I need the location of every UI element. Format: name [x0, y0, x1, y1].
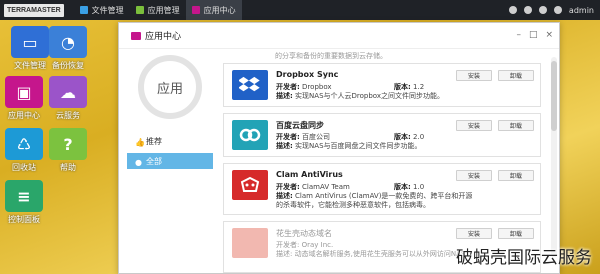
uninstall-button[interactable]: 卸载 — [498, 120, 534, 131]
app-card-dropbox: Dropbox Sync 开发者: Dropbox 版本: 1.2 描述: 实现… — [223, 63, 541, 107]
category-circle: 应用 — [138, 55, 202, 119]
task-label: 应用管理 — [147, 5, 180, 15]
app-center-icon — [191, 6, 200, 14]
cloud-icon: ☁ — [49, 76, 87, 108]
app-version: 版本: 1.2 — [394, 83, 425, 91]
maximize-button[interactable]: □ — [529, 30, 538, 40]
app-name: Dropbox Sync — [276, 70, 339, 79]
taskbar: TERRAMASTER 文件管理 应用管理 应用中心 admin — [0, 0, 600, 20]
folder-icon — [79, 6, 88, 14]
close-button[interactable]: × — [545, 30, 553, 40]
task-file-manager[interactable]: 文件管理 — [74, 0, 130, 20]
nav-recommended[interactable]: 👍 推荐 — [127, 133, 213, 149]
desktop-label: 应用中心 — [8, 111, 40, 120]
settings-icon[interactable] — [538, 6, 547, 14]
desktop-control-panel[interactable]: ≡ 控制面板 — [0, 180, 48, 225]
app-card-baidu: 百度云盘同步 开发者: 百度公司 版本: 2.0 描述: 实现NAS与百度网盘之… — [223, 113, 541, 157]
sliders-icon: ≡ — [5, 180, 43, 212]
install-button[interactable]: 安装 — [456, 120, 492, 131]
clamav-icon — [232, 170, 268, 200]
window-controls: – □ × — [516, 30, 553, 40]
scrollbar[interactable] — [551, 57, 557, 257]
nav-all[interactable]: ● 全部 — [127, 153, 213, 169]
tasks-icon[interactable] — [523, 6, 532, 14]
username[interactable]: admin — [569, 6, 594, 15]
app-name: 百度云盘同步 — [276, 121, 324, 130]
desktop-app-center[interactable]: ▣ 应用中心 — [0, 76, 48, 121]
recycle-icon: ♺ — [5, 128, 43, 160]
brand-logo: TERRAMASTER — [4, 3, 64, 17]
nav-label: 全部 — [146, 156, 162, 166]
nav-label: 推荐 — [146, 136, 162, 146]
desktop-label: 备份恢复 — [52, 61, 84, 70]
thumb-icon: 👍 — [135, 138, 145, 147]
desktop-label: 控制面板 — [8, 215, 40, 224]
desktop-backup[interactable]: ◔ 备份恢复 — [44, 26, 92, 71]
app-description: 描述: 动态域名解析服务,使用花生壳服务可以从外网访问NAS — [276, 250, 466, 258]
minimize-button[interactable]: – — [516, 30, 521, 40]
install-button[interactable]: 安装 — [456, 228, 492, 239]
app-developer: 开发者: Dropbox — [276, 83, 332, 91]
scrollbar-thumb[interactable] — [551, 61, 557, 131]
task-label: 文件管理 — [91, 5, 124, 15]
task-app-center[interactable]: 应用中心 — [185, 0, 242, 20]
window-title: 应用中心 — [145, 32, 182, 42]
app-list: 的分享和备份的重要数据到云存储。 Dropbox Sync 开发者: Dropb… — [223, 51, 541, 273]
app-name: 花生壳动态域名 — [276, 229, 332, 238]
app-version: 版本: 2.0 — [394, 133, 425, 141]
app-center-icon: ▣ — [5, 76, 43, 108]
app-developer: 开发者: Oray Inc. — [276, 241, 334, 249]
uninstall-button[interactable]: 卸载 — [498, 170, 534, 181]
task-label: 应用中心 — [203, 5, 236, 15]
sidebar: 应用 👍 推荐 ● 全部 — [127, 51, 213, 271]
partial-description: 的分享和备份的重要数据到云存储。 — [275, 52, 387, 60]
person-icon: ● — [135, 158, 142, 167]
desktop-help[interactable]: ? 帮助 — [44, 128, 92, 173]
app-center-icon — [131, 31, 141, 40]
app-developer: 开发者: ClamAV Team — [276, 183, 350, 191]
window-titlebar[interactable]: 应用中心 — [119, 23, 559, 49]
tray: admin — [508, 6, 600, 15]
watermark-text: 破蜗壳国际云服务 — [456, 248, 592, 268]
desktop-label: 回收站 — [12, 163, 36, 172]
desktop-label: 云服务 — [56, 111, 80, 120]
help-icon: ? — [49, 128, 87, 160]
task-app-manager[interactable]: 应用管理 — [130, 0, 186, 20]
app-name: Clam AntiVirus — [276, 170, 343, 179]
oray-icon — [232, 228, 268, 258]
uninstall-button[interactable]: 卸载 — [498, 70, 534, 81]
app-center-window: 应用中心 – □ × 应用 👍 推荐 ● 全部 的分享和备份的重要数据到云存储。… — [118, 22, 560, 274]
app-icon — [135, 6, 144, 14]
desktop-label: 帮助 — [60, 163, 76, 172]
install-button[interactable]: 安装 — [456, 70, 492, 81]
dropbox-icon — [232, 70, 268, 100]
app-version: 版本: 1.0 — [394, 183, 425, 191]
notification-icon[interactable] — [508, 6, 517, 14]
app-description: 描述: 实现NAS与百度网盘之间文件同步功能。 — [276, 142, 422, 150]
backup-icon: ◔ — [49, 26, 87, 58]
install-button[interactable]: 安装 — [456, 170, 492, 181]
uninstall-button[interactable]: 卸载 — [498, 228, 534, 239]
desktop-recycle-bin[interactable]: ♺ 回收站 — [0, 128, 48, 173]
user-icon[interactable] — [553, 6, 562, 14]
baidu-cloud-icon — [232, 120, 268, 150]
desktop-cloud[interactable]: ☁ 云服务 — [44, 76, 92, 121]
app-description: 描述: Clam AntiVirus (ClamAV)是一款免费的、跨平台和开源… — [276, 192, 473, 209]
app-card-clamav: Clam AntiVirus 开发者: ClamAV Team 版本: 1.0 … — [223, 163, 541, 215]
app-developer: 开发者: 百度公司 — [276, 133, 331, 141]
app-description: 描述: 实现NAS与个人云Dropbox之间文件同步功能。 — [276, 92, 445, 100]
